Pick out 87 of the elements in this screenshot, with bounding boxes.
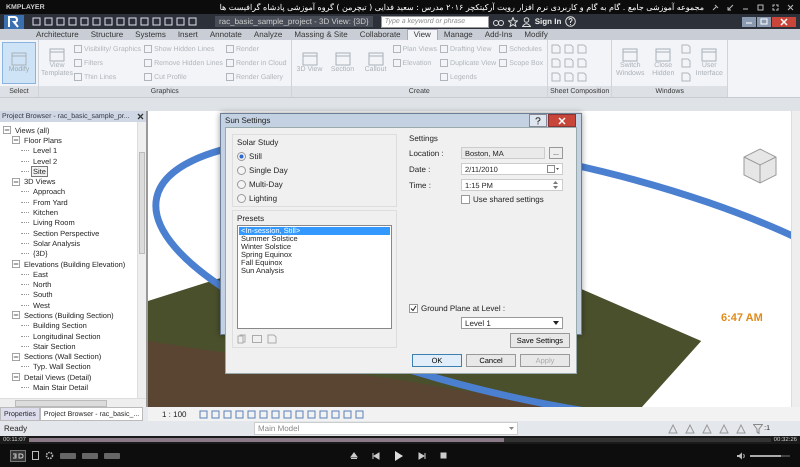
ribbon-tab[interactable]: Architecture bbox=[30, 29, 85, 40]
calendar-icon bbox=[547, 165, 559, 173]
close-button[interactable] bbox=[548, 114, 576, 127]
close-icon bbox=[558, 116, 566, 124]
checkbox-option[interactable]: Ground Plane at Level : bbox=[409, 304, 570, 313]
spinner-icon bbox=[552, 180, 559, 190]
view-icon bbox=[334, 52, 351, 66]
model-dropdown[interactable]: Main Model bbox=[254, 422, 518, 435]
ribbon-tab[interactable]: Insert bbox=[172, 29, 204, 40]
level-dropdown[interactable]: Level 1 bbox=[461, 317, 563, 329]
toggle-icon[interactable] bbox=[60, 452, 76, 458]
group-label: Settings bbox=[409, 134, 439, 143]
checkbox-option[interactable]: Use shared settings bbox=[461, 195, 570, 204]
scrollbar[interactable] bbox=[137, 122, 146, 398]
close-icon[interactable] bbox=[787, 4, 794, 10]
view-icon bbox=[302, 52, 318, 66]
group-label: Presets bbox=[237, 214, 266, 223]
ribbon-tab[interactable]: Analyze bbox=[248, 29, 288, 40]
field-label: Date : bbox=[409, 164, 432, 174]
collapse-icon[interactable] bbox=[3, 126, 11, 134]
close-icon[interactable] bbox=[772, 16, 796, 26]
volume-icon[interactable] bbox=[737, 452, 746, 460]
collapse-icon[interactable] bbox=[12, 260, 20, 268]
view-icon bbox=[49, 48, 65, 62]
binoculars-icon[interactable] bbox=[492, 17, 504, 26]
sun-time-label: 6:47 AM bbox=[721, 312, 763, 324]
video-title: مجموعه آموزشی جامع . گام به گام و کاربردی نرم افزار رویت آرکیتکچر ۲۰۱۶ مدرس : سعید فدایی ( تیچرمن ) گروه آموزشی پادشاه گرافیست ها bbox=[218, 2, 704, 12]
scrollbar[interactable] bbox=[791, 111, 800, 407]
ribbon-tab[interactable]: Structure bbox=[84, 29, 130, 40]
radio-option[interactable]: Multi-Day bbox=[237, 180, 392, 189]
caret-icon bbox=[553, 321, 559, 325]
playlist-icon[interactable] bbox=[32, 451, 39, 460]
eject-icon[interactable] bbox=[350, 452, 358, 460]
view-icon bbox=[622, 48, 638, 62]
view-icon bbox=[368, 52, 384, 66]
collapse-icon[interactable] bbox=[12, 373, 20, 382]
dialog-title: Sun Settings bbox=[225, 116, 270, 125]
collapse-icon[interactable] bbox=[12, 311, 20, 320]
radio-option[interactable]: Single Day bbox=[237, 166, 392, 175]
help-button[interactable] bbox=[529, 114, 547, 127]
field-label: Time : bbox=[409, 180, 432, 190]
pin-icon[interactable] bbox=[712, 4, 719, 10]
ribbon-tab[interactable]: Manage bbox=[438, 29, 479, 40]
sign-in-link[interactable]: Sign In bbox=[534, 17, 562, 26]
toggle-icon[interactable] bbox=[82, 452, 98, 458]
ribbon-tab[interactable]: Add-Ins bbox=[478, 29, 518, 40]
ribbon-tab[interactable]: Systems bbox=[129, 29, 172, 40]
shrink-icon[interactable] bbox=[727, 4, 734, 10]
status-text: Ready bbox=[4, 424, 28, 433]
next-icon[interactable] bbox=[418, 452, 426, 460]
view-icon bbox=[701, 48, 718, 62]
fullscreen-icon[interactable] bbox=[772, 4, 779, 10]
settings-icon[interactable] bbox=[45, 451, 54, 460]
play-icon[interactable] bbox=[394, 450, 404, 462]
ribbon-tab[interactable]: Annotate bbox=[204, 29, 248, 40]
ribbon-tab[interactable]: Massing & Site bbox=[288, 29, 354, 40]
caret-icon bbox=[509, 427, 514, 430]
seek-bar[interactable] bbox=[28, 438, 771, 442]
field-label: Location : bbox=[409, 148, 445, 158]
view-icon bbox=[655, 48, 672, 62]
radio-option[interactable]: Still bbox=[237, 152, 392, 161]
previous-icon[interactable] bbox=[372, 452, 380, 460]
collapse-icon[interactable] bbox=[12, 178, 20, 186]
filter-icon[interactable] bbox=[753, 424, 764, 434]
scrollbar[interactable] bbox=[0, 398, 146, 407]
group-label: Solar Study bbox=[237, 138, 280, 147]
document-title: rac_basic_sample_project - 3D View: {3D} bbox=[215, 16, 373, 27]
toggle-icon[interactable] bbox=[104, 452, 120, 458]
maximize-icon[interactable] bbox=[757, 4, 764, 10]
minimize-icon[interactable] bbox=[742, 16, 756, 26]
application-menu-icon[interactable] bbox=[4, 14, 24, 28]
help-icon[interactable] bbox=[565, 16, 576, 27]
ribbon-tab[interactable]: View bbox=[406, 29, 438, 40]
user-icon[interactable] bbox=[522, 16, 531, 26]
close-icon[interactable] bbox=[137, 113, 144, 120]
collapse-icon[interactable] bbox=[12, 352, 20, 361]
restore-icon[interactable] bbox=[757, 16, 771, 26]
radio-option[interactable]: Lighting bbox=[237, 194, 392, 203]
view-scale[interactable]: 1 : 100 bbox=[162, 410, 186, 418]
help-icon bbox=[535, 116, 541, 124]
view-icon bbox=[11, 52, 27, 66]
ribbon-tab[interactable]: Collaborate bbox=[354, 29, 407, 40]
stop-icon[interactable] bbox=[440, 452, 447, 459]
3d-mode-icon[interactable] bbox=[10, 450, 26, 462]
star-icon[interactable] bbox=[508, 16, 518, 26]
collapse-icon[interactable] bbox=[12, 136, 20, 144]
ribbon-tab[interactable]: Modify bbox=[518, 29, 554, 40]
